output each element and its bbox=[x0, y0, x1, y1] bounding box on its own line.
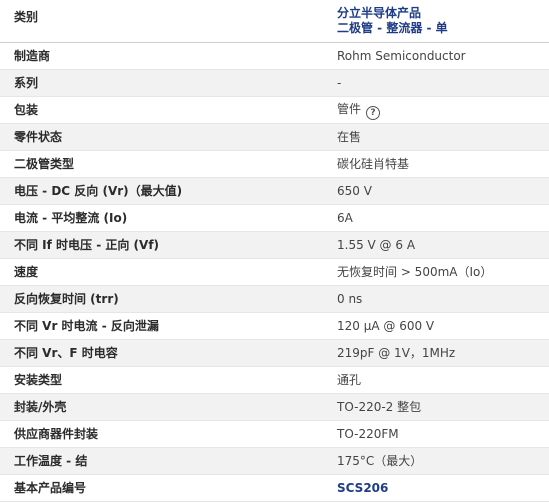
attr-value: - bbox=[327, 69, 549, 97]
attr-value: 管件 bbox=[337, 101, 362, 116]
attr-row-packaging: 包装 管件? bbox=[0, 96, 549, 124]
attr-row-package-case: 封装/外壳 TO-220-2 整包 bbox=[0, 393, 549, 421]
category-link-discrete-semiconductors[interactable]: 分立半导体产品 bbox=[337, 6, 541, 21]
category-row: 类别 分立半导体产品 二极管 - 整流器 - 单 bbox=[0, 0, 549, 43]
attr-label: 封装/外壳 bbox=[0, 393, 327, 421]
attr-row-rectified-current: 电流 - 平均整流 (Io) 6A bbox=[0, 204, 549, 232]
attr-label: 供应商器件封装 bbox=[0, 420, 327, 448]
attr-row-diode-type: 二极管类型 碳化硅肖特基 bbox=[0, 150, 549, 178]
attr-value: 0 ns bbox=[327, 285, 549, 313]
attr-value: TO-220-2 整包 bbox=[327, 393, 549, 421]
attr-label: 反向恢复时间 (trr) bbox=[0, 285, 327, 313]
attr-row-forward-voltage: 不同 If 时电压 - 正向 (Vf) 1.55 V @ 6 A bbox=[0, 231, 549, 259]
attr-label: 包装 bbox=[0, 96, 327, 124]
attr-value: 无恢复时间 > 500mA（Io） bbox=[327, 258, 549, 286]
attr-value: 6A bbox=[327, 204, 549, 232]
help-circle-icon[interactable]: ? bbox=[366, 105, 381, 120]
category-link-rectifiers-single[interactable]: 二极管 - 整流器 - 单 bbox=[337, 21, 541, 36]
attr-label: 工作温度 - 结 bbox=[0, 447, 327, 475]
attr-row-series: 系列 - bbox=[0, 69, 549, 97]
attr-label: 速度 bbox=[0, 258, 327, 286]
attr-label: 不同 Vr 时电流 - 反向泄漏 bbox=[0, 312, 327, 340]
attr-value: 650 V bbox=[327, 177, 549, 205]
attr-row-reverse-leakage: 不同 Vr 时电流 - 反向泄漏 120 µA @ 600 V bbox=[0, 312, 549, 340]
attr-value-cell: SCS206 bbox=[327, 474, 549, 502]
attr-label: 制造商 bbox=[0, 42, 327, 70]
attr-label: 安装类型 bbox=[0, 366, 327, 394]
attr-label: 电压 - DC 反向 (Vr)（最大值) bbox=[0, 177, 327, 205]
attr-row-manufacturer: 制造商 Rohm Semiconductor bbox=[0, 42, 549, 70]
product-attributes-table: 类别 分立半导体产品 二极管 - 整流器 - 单 制造商 Rohm Semico… bbox=[0, 0, 549, 502]
category-value: 分立半导体产品 二极管 - 整流器 - 单 bbox=[327, 0, 549, 43]
attr-label: 不同 If 时电压 - 正向 (Vf) bbox=[0, 231, 327, 259]
attr-value: 碳化硅肖特基 bbox=[327, 150, 549, 178]
attr-value-cell: 管件? bbox=[327, 96, 549, 124]
attr-label: 电流 - 平均整流 (Io) bbox=[0, 204, 327, 232]
attr-value: 219pF @ 1V，1MHz bbox=[327, 339, 549, 367]
attr-row-speed: 速度 无恢复时间 > 500mA（Io） bbox=[0, 258, 549, 286]
attr-label: 零件状态 bbox=[0, 123, 327, 151]
attr-value: 120 µA @ 600 V bbox=[327, 312, 549, 340]
attr-label: 二极管类型 bbox=[0, 150, 327, 178]
attr-value: TO-220FM bbox=[327, 420, 549, 448]
attr-value: 175°C（最大） bbox=[327, 447, 549, 475]
attr-value: 通孔 bbox=[327, 366, 549, 394]
attr-value: Rohm Semiconductor bbox=[327, 42, 549, 70]
attr-value: 1.55 V @ 6 A bbox=[327, 231, 549, 259]
attr-row-operating-temp: 工作温度 - 结 175°C（最大） bbox=[0, 447, 549, 475]
attr-label: 基本产品编号 bbox=[0, 474, 327, 502]
attr-row-base-product-number: 基本产品编号 SCS206 bbox=[0, 474, 549, 502]
attr-value: 在售 bbox=[327, 123, 549, 151]
attr-row-mounting-type: 安装类型 通孔 bbox=[0, 366, 549, 394]
attr-row-reverse-recovery-time: 反向恢复时间 (trr) 0 ns bbox=[0, 285, 549, 313]
attr-row-capacitance: 不同 Vr、F 时电容 219pF @ 1V，1MHz bbox=[0, 339, 549, 367]
attr-row-supplier-package: 供应商器件封装 TO-220FM bbox=[0, 420, 549, 448]
category-label: 类别 bbox=[0, 0, 327, 43]
attr-label: 不同 Vr、F 时电容 bbox=[0, 339, 327, 367]
attr-label: 系列 bbox=[0, 69, 327, 97]
attr-row-part-status: 零件状态 在售 bbox=[0, 123, 549, 151]
attr-row-reverse-voltage: 电压 - DC 反向 (Vr)（最大值) 650 V bbox=[0, 177, 549, 205]
base-product-number-link[interactable]: SCS206 bbox=[337, 481, 388, 495]
